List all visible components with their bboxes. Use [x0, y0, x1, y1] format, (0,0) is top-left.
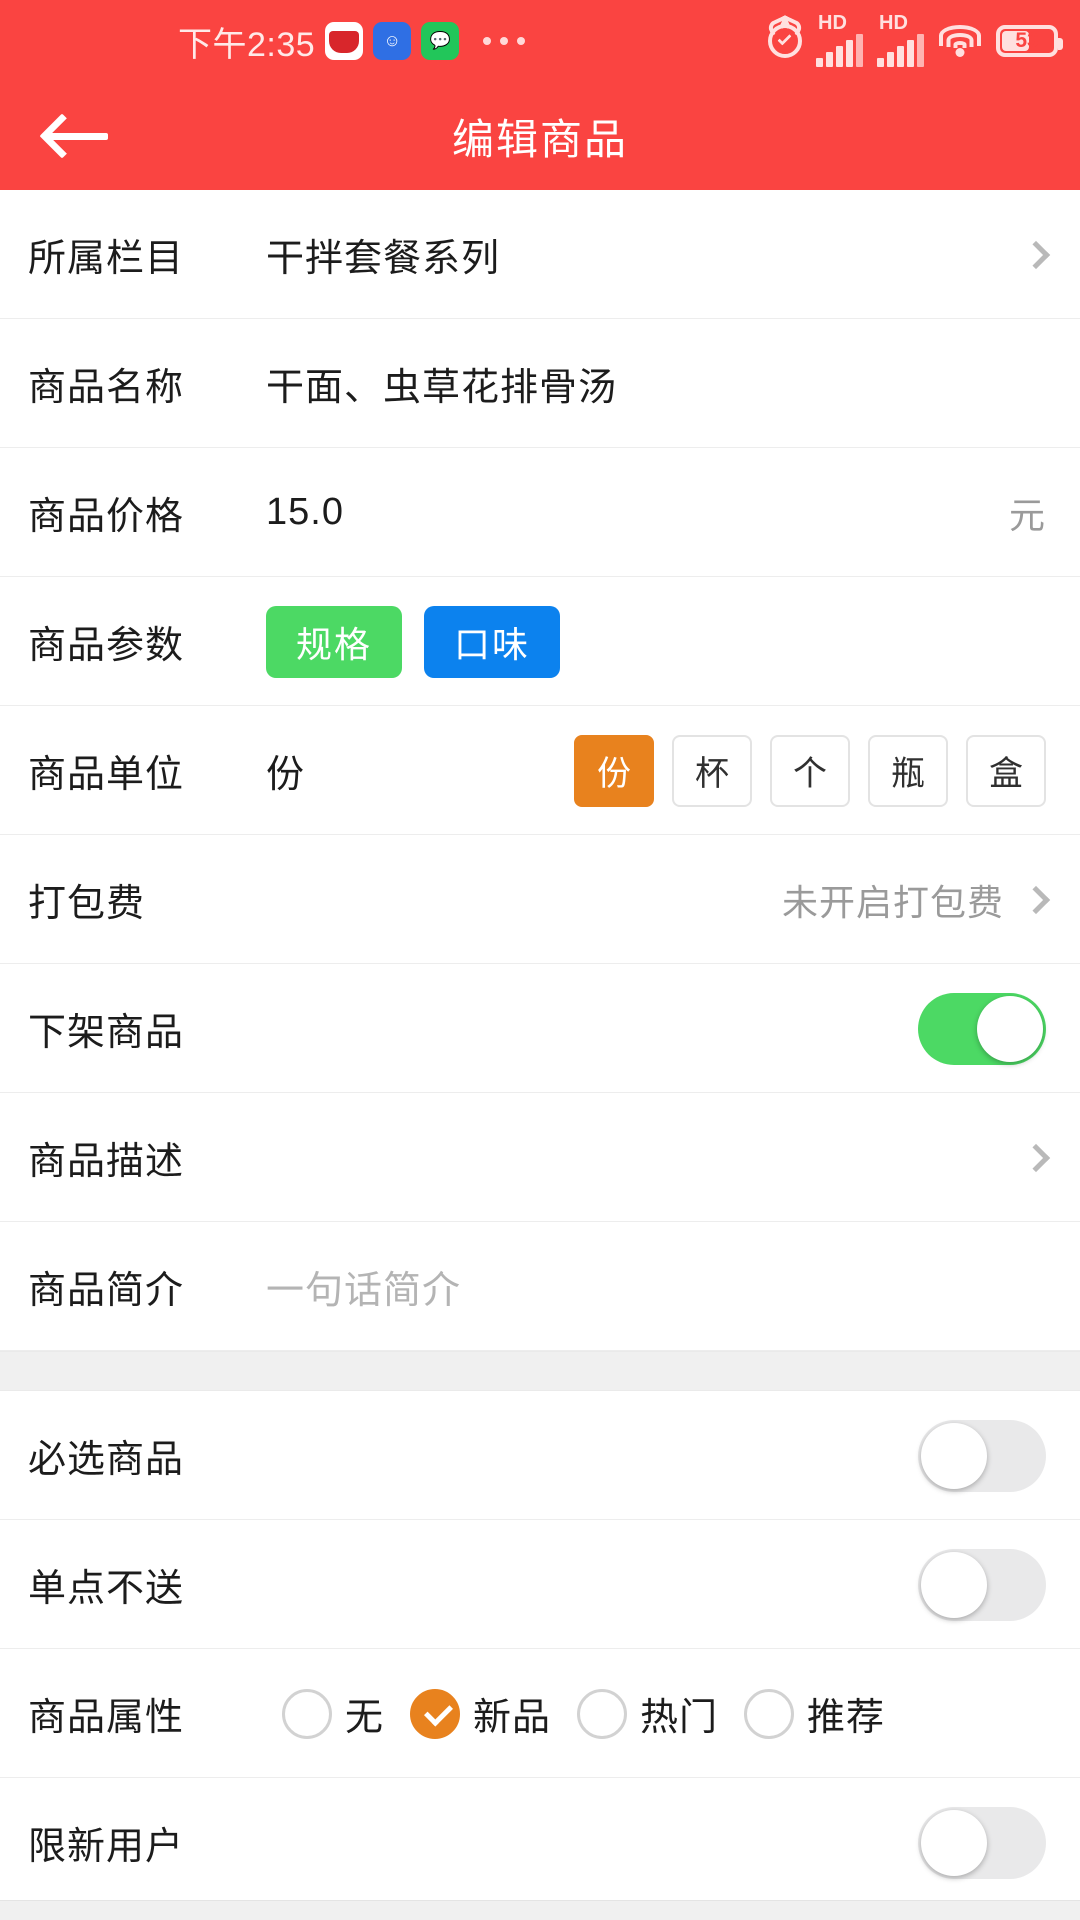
category-value: 干拌套餐系列: [266, 238, 501, 280]
bottom-divider: [0, 1900, 1080, 1920]
section-divider: [0, 1351, 1080, 1391]
unit-chip-he[interactable]: 盒: [966, 734, 1046, 807]
params-label: 商品参数: [28, 625, 185, 667]
row-params[interactable]: 商品参数 规格 口味: [0, 577, 1080, 706]
price-unit: 元: [1008, 494, 1046, 536]
signal-icon-2: HD: [877, 12, 924, 67]
product-options-section: 必选商品 单点不送 商品属性 无 新品 热门 推荐 限新用户: [0, 1391, 1080, 1907]
summary-label: 商品简介: [28, 1270, 185, 1312]
packing-fee-label: 打包费: [28, 883, 146, 925]
attribute-option-new[interactable]: 新品: [410, 1686, 551, 1741]
back-arrow-icon[interactable]: [39, 108, 112, 164]
no-single-delivery-toggle[interactable]: [918, 1548, 1046, 1621]
app-screen: 下午2:35 ☺ 💬 HD HD 53 编辑商品 所属栏目 干拌套餐系列 商品名…: [0, 0, 1080, 1920]
price-input[interactable]: 15.0: [266, 491, 344, 534]
packing-fee-value: 未开启打包费: [781, 881, 1004, 923]
food-app-icon: [325, 22, 364, 60]
page-title: 编辑商品: [451, 115, 628, 163]
battery-icon: 53: [996, 25, 1063, 57]
radio-icon[interactable]: [744, 1688, 795, 1739]
category-label: 所属栏目: [28, 238, 185, 280]
alarm-icon: [768, 24, 802, 58]
attribute-label: 商品属性: [28, 1697, 185, 1739]
signal-icon-1: HD: [816, 12, 863, 67]
row-new-user-only[interactable]: 限新用户: [0, 1778, 1080, 1907]
row-required-item[interactable]: 必选商品: [0, 1391, 1080, 1520]
status-time: 下午2:35: [178, 25, 316, 64]
unit-chip-fen[interactable]: 份: [574, 734, 654, 807]
app-header: 编辑商品: [0, 82, 1080, 190]
attribute-option-label: 新品: [473, 1697, 552, 1739]
product-name-input[interactable]: 干面、虫草花排骨汤: [266, 356, 617, 411]
params-tag-list: 规格 口味: [266, 605, 561, 678]
unit-label: 商品单位: [28, 754, 185, 796]
row-summary[interactable]: 商品简介 一句话简介: [0, 1222, 1080, 1351]
attribute-option-label: 无: [345, 1697, 385, 1739]
new-user-only-label: 限新用户: [28, 1826, 185, 1868]
status-bar-left: 下午2:35 ☺ 💬: [178, 17, 526, 66]
status-bar-right: HD HD 53: [768, 12, 1063, 67]
unit-chip-bei[interactable]: 杯: [672, 734, 752, 807]
status-bar: 下午2:35 ☺ 💬 HD HD 53: [0, 0, 1080, 82]
param-tag-spec[interactable]: 规格: [266, 605, 403, 678]
hd-label-2: HD: [879, 11, 908, 34]
battery-percent: 53: [1015, 29, 1039, 52]
row-unit[interactable]: 商品单位 份 份 杯 个 瓶 盒: [0, 706, 1080, 835]
attribute-option-hot[interactable]: 热门: [577, 1686, 718, 1741]
row-description[interactable]: 商品描述: [0, 1093, 1080, 1222]
attribute-option-label: 热门: [640, 1697, 719, 1739]
row-product-name[interactable]: 商品名称 干面、虫草花排骨汤: [0, 319, 1080, 448]
attribute-option-recommend[interactable]: 推荐: [744, 1686, 885, 1741]
unit-chip-ge[interactable]: 个: [770, 734, 850, 807]
description-label: 商品描述: [28, 1141, 185, 1183]
no-single-delivery-label: 单点不送: [28, 1568, 185, 1610]
product-form-section: 所属栏目 干拌套餐系列 商品名称 干面、虫草花排骨汤 商品价格 15.0 元 商…: [0, 190, 1080, 1351]
status-overflow-icon: [483, 37, 526, 45]
chevron-right-icon: [1021, 1143, 1051, 1172]
row-attribute[interactable]: 商品属性 无 新品 热门 推荐: [0, 1649, 1080, 1778]
radio-checked-icon[interactable]: [410, 1688, 461, 1739]
required-item-toggle[interactable]: [918, 1419, 1046, 1492]
row-price[interactable]: 商品价格 15.0 元: [0, 448, 1080, 577]
unit-chip-ping[interactable]: 瓶: [868, 734, 948, 807]
wechat-app-icon: 💬: [421, 22, 460, 60]
blue-ox-app-icon: ☺: [373, 22, 412, 60]
wifi-icon: [938, 25, 982, 57]
required-item-label: 必选商品: [28, 1439, 185, 1481]
radio-icon[interactable]: [577, 1688, 628, 1739]
radio-icon[interactable]: [282, 1688, 332, 1739]
product-name-label: 商品名称: [28, 367, 185, 409]
attribute-option-label: 推荐: [807, 1697, 886, 1739]
summary-input[interactable]: 一句话简介: [266, 1259, 461, 1314]
chevron-right-icon: [1021, 885, 1051, 914]
hd-label-1: HD: [818, 11, 847, 34]
new-user-only-toggle[interactable]: [918, 1806, 1046, 1879]
unit-option-list: 份 杯 个 瓶 盒: [574, 734, 1046, 807]
chevron-right-icon: [1021, 240, 1051, 269]
attribute-option-none[interactable]: 无: [282, 1686, 384, 1741]
offshelf-toggle[interactable]: [918, 992, 1046, 1065]
param-tag-flavor[interactable]: 口味: [424, 605, 561, 678]
row-packing-fee[interactable]: 打包费 未开启打包费: [0, 835, 1080, 964]
offshelf-label: 下架商品: [28, 1012, 185, 1054]
row-category[interactable]: 所属栏目 干拌套餐系列: [0, 190, 1080, 319]
attribute-radio-group: 无 新品 热门 推荐: [282, 1686, 911, 1741]
unit-value: 份: [266, 754, 306, 796]
row-offshelf[interactable]: 下架商品: [0, 964, 1080, 1093]
price-label: 商品价格: [28, 496, 185, 538]
row-no-single-delivery[interactable]: 单点不送: [0, 1520, 1080, 1649]
